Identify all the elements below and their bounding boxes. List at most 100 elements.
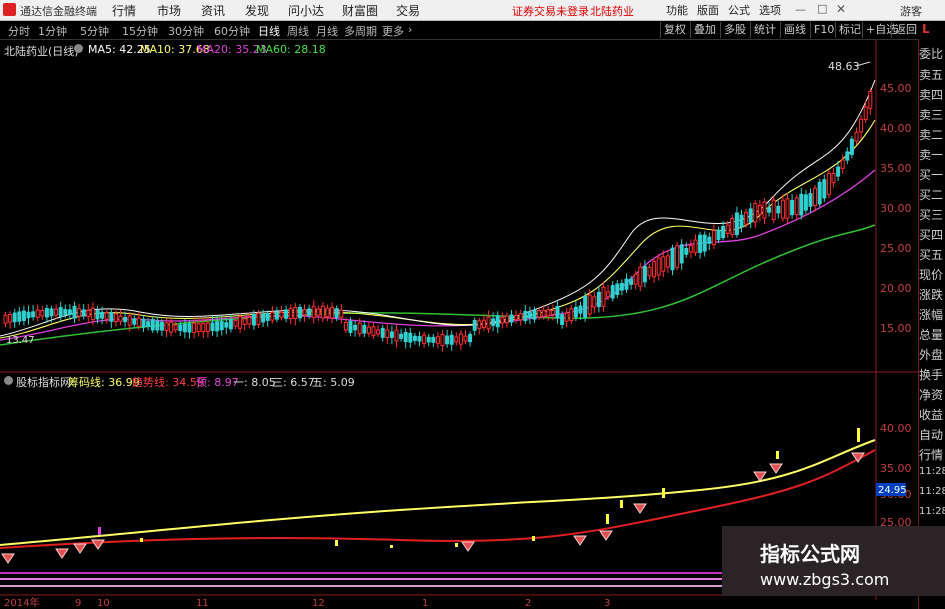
close-icon[interactable]: ✕ <box>836 2 846 16</box>
candle-body <box>348 320 353 333</box>
menu-bar: 通达信金融终端 行情 市场 资讯 发现 问小达 财富圈 交易 证券交易未登录 北… <box>0 0 945 21</box>
period-60min[interactable]: 60分钟 <box>214 23 250 39</box>
indicator-tick: 40.00 <box>880 422 912 435</box>
quote-field-label: 涨跌 <box>919 288 944 302</box>
menu-options[interactable]: 选项 <box>759 2 781 18</box>
candle-body <box>509 314 514 323</box>
adjust-button[interactable]: 复权 <box>660 22 689 38</box>
signal-marker <box>599 530 613 541</box>
price-tick: 40.00 <box>880 122 912 135</box>
quote-field-label: 自动 <box>919 428 944 442</box>
period-multi[interactable]: 多周期 <box>344 23 377 39</box>
settings-dot-icon[interactable] <box>74 44 83 53</box>
menu-item-markets[interactable]: 市场 <box>157 2 181 19</box>
candle-body <box>90 307 95 321</box>
period-30min[interactable]: 30分钟 <box>168 23 204 39</box>
candle-body <box>316 308 321 316</box>
period-toolbar: 分时 1分钟 5分钟 15分钟 30分钟 60分钟 日线 周线 月线 多周期 更… <box>0 21 945 40</box>
indicator-settings-icon[interactable] <box>4 376 13 385</box>
menu-layout[interactable]: 版面 <box>697 2 719 18</box>
guest-button[interactable]: 游客 <box>900 3 922 19</box>
menu-item-market[interactable]: 行情 <box>112 2 136 19</box>
candle-body <box>633 273 638 285</box>
candle-body <box>58 307 63 317</box>
candle-body <box>826 172 831 195</box>
ma60-label: MA60: 28.18 <box>256 43 326 56</box>
price-axis-ticks: 45.00 40.00 35.00 30.00 25.00 20.00 15.0… <box>880 82 912 335</box>
quote-field-label: 外盘 <box>919 348 944 362</box>
period-weekly[interactable]: 周线 <box>287 23 309 39</box>
menu-item-news[interactable]: 资讯 <box>201 2 225 19</box>
candle-body <box>403 332 408 343</box>
candle-body <box>555 305 560 319</box>
panel-toggle-l[interactable]: L <box>922 22 930 36</box>
candle-body <box>702 234 707 252</box>
quote-field-label: 11:28 <box>919 506 945 517</box>
mark-button[interactable]: 标记 <box>835 22 864 38</box>
menu-function[interactable]: 功能 <box>666 2 688 18</box>
period-tick[interactable]: 分时 <box>8 23 30 39</box>
candle-body <box>63 308 68 316</box>
quote-side-panel <box>918 39 945 609</box>
quote-field-label: 总量 <box>919 328 944 342</box>
period-1min[interactable]: 1分钟 <box>38 23 67 39</box>
minimize-icon[interactable]: — <box>795 3 806 16</box>
menu-item-wealth[interactable]: 财富圈 <box>342 2 378 19</box>
candle-body <box>587 294 592 315</box>
multi-stock-button[interactable]: 多股 <box>720 22 749 38</box>
candle-body <box>670 247 675 271</box>
indicator-bar <box>98 527 101 535</box>
draw-line-button[interactable]: 画线 <box>780 22 809 38</box>
candle-body <box>330 306 335 319</box>
menu-formula[interactable]: 公式 <box>728 2 750 18</box>
f10-button[interactable]: F10 <box>810 22 837 38</box>
overlay-button[interactable]: 叠加 <box>690 22 719 38</box>
candle-body <box>187 323 192 333</box>
candle-body <box>799 193 804 216</box>
menu-item-xiaoda[interactable]: 问小达 <box>288 2 324 19</box>
candle-body <box>44 308 49 318</box>
candle-body <box>284 309 289 319</box>
period-15min[interactable]: 15分钟 <box>122 23 158 39</box>
candle-body <box>734 212 739 236</box>
candle-body <box>35 309 40 318</box>
signal-marker <box>91 539 105 550</box>
candle-body <box>215 321 220 332</box>
statistics-button[interactable]: 统计 <box>750 22 779 38</box>
menu-item-discover[interactable]: 发现 <box>245 2 269 19</box>
candle-body <box>771 199 776 221</box>
candle-body <box>698 234 703 253</box>
bottom-band-light <box>0 585 722 587</box>
candle-body <box>803 194 808 211</box>
quote-field-label: 卖五 <box>919 68 944 82</box>
ma5-line <box>0 79 876 337</box>
chart-canvas[interactable]: 45.00 40.00 35.00 30.00 25.00 20.00 15.0… <box>0 40 918 609</box>
candle-body <box>343 321 348 331</box>
quote-field-label: 11:28 <box>919 466 945 477</box>
quote-field-label: 卖四 <box>919 88 944 102</box>
indicator-bar <box>532 536 535 541</box>
candle-body <box>780 199 785 219</box>
candle-body <box>504 315 509 324</box>
candle-body <box>537 310 542 318</box>
candle-body <box>109 312 114 322</box>
candle-body <box>638 266 643 287</box>
quote-field-label: 买五 <box>919 248 944 262</box>
period-daily[interactable]: 日线 <box>258 23 280 39</box>
candle-body <box>500 317 505 324</box>
period-5min[interactable]: 5分钟 <box>80 23 109 39</box>
candle-body <box>845 151 850 161</box>
period-monthly[interactable]: 月线 <box>316 23 338 39</box>
back-button[interactable]: 返回 <box>891 22 920 38</box>
candle-body <box>210 322 215 332</box>
menu-item-trade[interactable]: 交易 <box>396 2 420 19</box>
maximize-icon[interactable]: □ <box>817 2 827 15</box>
candle-body <box>265 313 270 321</box>
price-tick: 45.00 <box>880 82 912 95</box>
candle-body <box>656 257 661 276</box>
more-chevron-icon[interactable]: › <box>408 23 412 36</box>
signal-marker <box>461 541 475 552</box>
candle-body <box>859 118 864 133</box>
period-more[interactable]: 更多 <box>382 23 404 39</box>
candle-body <box>481 319 486 329</box>
